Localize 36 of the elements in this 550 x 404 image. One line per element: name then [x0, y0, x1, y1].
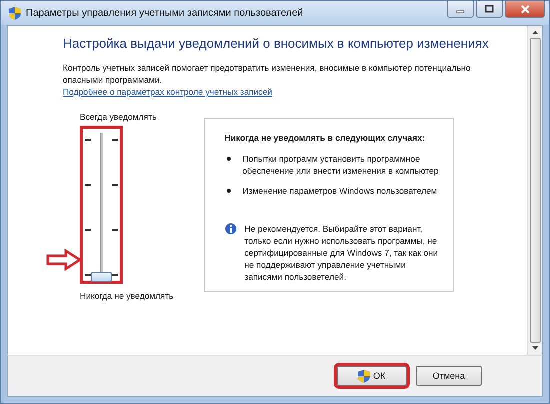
- bullet-icon: [226, 189, 231, 193]
- scroll-thumb[interactable]: [530, 38, 540, 343]
- tick-mark: [85, 184, 91, 186]
- bullet-icon: [226, 157, 231, 161]
- slider-track[interactable]: [91, 133, 112, 279]
- scroll-up-icon: [532, 30, 538, 35]
- description-text: Контроль учетных записей помогает предотвратить изменения, вносимые в компьютер потенциально опасными программами.: [63, 62, 472, 86]
- shield-icon: [358, 370, 370, 382]
- scroll-down-icon: [532, 346, 538, 351]
- tick-mark: [112, 229, 118, 230]
- cancel-button[interactable]: Отмена: [416, 366, 482, 386]
- maximize-icon: [485, 4, 494, 14]
- slider-label: Никогда не уведомлять: [80, 290, 174, 302]
- tick-mark: [112, 274, 118, 276]
- slider-thumb[interactable]: [91, 272, 112, 282]
- tick-mark: [85, 229, 91, 230]
- tick-mark: [112, 184, 118, 186]
- help-link[interactable]: Подробнее о параметрах контроле учетных записей: [63, 86, 272, 98]
- tick-mark: [85, 139, 91, 140]
- bullet-text: Изменение параметров Windows пользователем: [242, 185, 438, 197]
- minimize-button[interactable]: [447, 1, 474, 18]
- close-button[interactable]: [505, 1, 545, 18]
- shield-icon: [9, 6, 21, 20]
- slider-label: Всегда уведомлять: [80, 111, 157, 123]
- panel-title: Никогда не уведомлять в следующих случаях:: [224, 133, 426, 143]
- bullet-text: Попытки программ установить программное обеспечение или внести изменения в компьютер: [242, 153, 440, 177]
- tick-mark: [112, 139, 118, 140]
- close-icon: [520, 4, 530, 14]
- info-icon: [224, 223, 237, 235]
- page-heading: Настройка выдачи уведомлений о вносимых в компьютер изменениях: [63, 36, 490, 51]
- tick-mark: [85, 274, 91, 276]
- ok-button[interactable]: ОК: [337, 366, 407, 386]
- scrollbar[interactable]: [527, 26, 542, 355]
- window-title: Параметры управления учетными записями пользователей: [26, 8, 304, 18]
- note-text: Не рекомендуется. Выбирайте этот вариант, только если нужно использовать программы, не сертифицированные для Windows 7, так как они не поддерживают управление учетными записями пользоветелей.: [244, 223, 440, 283]
- maximize-button[interactable]: [476, 1, 503, 18]
